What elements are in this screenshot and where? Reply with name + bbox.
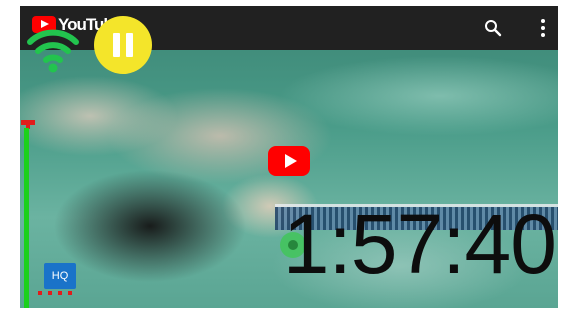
quality-badge[interactable]: HQ: [44, 263, 76, 289]
more-vertical-icon[interactable]: [540, 18, 546, 38]
search-icon[interactable]: [484, 19, 502, 37]
youtube-play-icon[interactable]: [268, 146, 310, 176]
buffer-dots: [38, 291, 72, 295]
pause-button[interactable]: [94, 16, 152, 74]
elapsed-timer: 1:57:40: [282, 197, 557, 291]
video-player[interactable]: YouTube HQ 1:57:40: [20, 6, 558, 308]
volume-level-bar[interactable]: [24, 128, 29, 308]
wifi-icon: [27, 29, 79, 73]
volume-marker: [21, 120, 35, 129]
